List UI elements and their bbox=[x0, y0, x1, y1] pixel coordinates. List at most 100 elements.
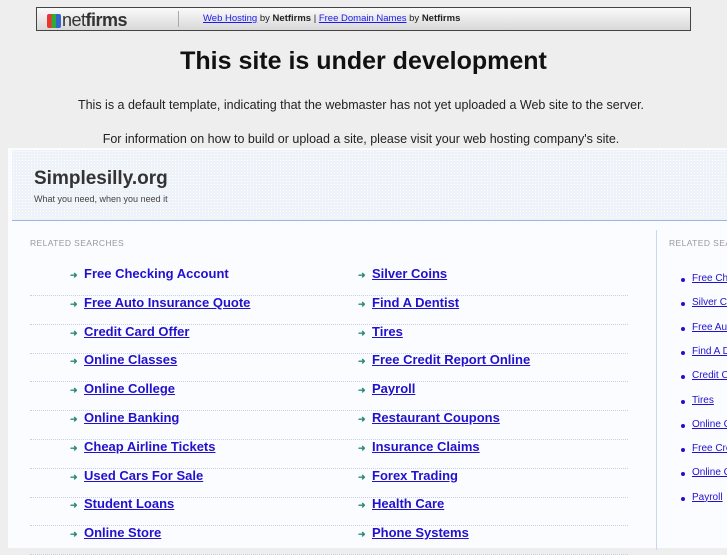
sidebar-search-link[interactable]: Free Credit Report Online bbox=[692, 443, 727, 454]
sidebar-search-link[interactable]: Credit Card Offer bbox=[692, 370, 727, 381]
arrow-icon: ➜ bbox=[358, 385, 366, 396]
brand-text: Netfirms bbox=[272, 13, 312, 24]
link-label: Find A Dentist bbox=[372, 294, 460, 310]
message-info: For information on how to build or uploa… bbox=[102, 132, 620, 146]
related-search-link[interactable]: ➜ Insurance Claims bbox=[358, 438, 480, 454]
arrow-icon: ➜ bbox=[70, 471, 78, 482]
related-search-link[interactable]: ➜ Free Auto Insurance Quote bbox=[70, 294, 251, 310]
bullet-icon bbox=[681, 326, 685, 331]
link-label: Used Cars For Sale bbox=[84, 467, 204, 483]
sidebar-search-link[interactable]: Payroll bbox=[692, 492, 727, 503]
related-search-link[interactable]: ➜ Health Care bbox=[358, 496, 445, 512]
related-search-link[interactable]: ➜ Cheap Airline Tickets bbox=[70, 438, 216, 454]
related-search-link[interactable]: ➜ Silver Coins bbox=[358, 266, 447, 281]
sidebar-search-link[interactable]: Free Checking Account bbox=[692, 273, 727, 284]
arrow-icon: ➜ bbox=[70, 442, 78, 453]
logo-text-bold: firms bbox=[85, 10, 128, 30]
link-label: Online Banking bbox=[84, 410, 180, 425]
arrow-icon: ➜ bbox=[358, 270, 366, 280]
link-label: Student Loans bbox=[84, 496, 175, 512]
link-label: Forex Trading bbox=[372, 467, 458, 483]
netfirms-logo-icon bbox=[47, 14, 61, 28]
link-label: Health Care bbox=[372, 496, 445, 512]
parked-page-panel: Simplesilly.org What you need, when you … bbox=[8, 148, 727, 555]
column-divider bbox=[656, 230, 657, 550]
link-label: Restaurant Coupons bbox=[372, 410, 500, 425]
link-label: Online College bbox=[84, 381, 176, 397]
related-search-link[interactable]: ➜ Online College bbox=[70, 381, 176, 397]
related-search-link[interactable]: ➜ Student Loans bbox=[70, 496, 175, 512]
sidebar-search-link[interactable]: Online Classes bbox=[692, 419, 727, 430]
sidebar-search-link[interactable]: Free Auto Insurance Quote bbox=[692, 322, 727, 333]
link-label: Phone Systems bbox=[372, 525, 469, 541]
related-searches-label: RELATED SEARCHES bbox=[30, 238, 125, 248]
list-row: ➜ Free Auto Insurance Quote ➜ Find A Dentis… bbox=[30, 295, 628, 325]
sidebar-search-link[interactable]: Find A Dentist bbox=[692, 346, 727, 357]
list-row: ➜ Credit Card Offer ➜ Tires bbox=[30, 324, 628, 354]
list-row: ➜ Online Classes ➜ Free Credit Report Onlin… bbox=[30, 352, 628, 383]
list-row: ➜ Online Store ➜ Phone Systems bbox=[30, 525, 628, 555]
arrow-icon: ➜ bbox=[70, 298, 78, 309]
link-label: Online Store bbox=[84, 525, 162, 541]
divider bbox=[178, 11, 179, 27]
arrow-icon: ➜ bbox=[358, 298, 366, 309]
site-title[interactable]: Simplesilly.org bbox=[34, 168, 168, 190]
link-label: Free Auto Insurance Quote bbox=[84, 294, 251, 310]
sidebar-related-label: RELATED SEARCHES bbox=[669, 238, 727, 248]
arrow-icon: ➜ bbox=[358, 356, 366, 367]
bullet-icon bbox=[681, 399, 685, 404]
arrow-icon: ➜ bbox=[358, 327, 366, 338]
sidebar-search-link[interactable]: Online College bbox=[692, 467, 727, 478]
netfirms-banner: netfirms Web Hosting by Netfirms | Free … bbox=[36, 7, 691, 31]
related-search-link[interactable]: ➜ Used Cars For Sale bbox=[70, 467, 204, 483]
bullet-icon bbox=[681, 423, 685, 428]
bullet-icon bbox=[681, 472, 685, 477]
related-search-link[interactable]: ➜ Payroll bbox=[358, 381, 416, 397]
link-label: Tires bbox=[372, 323, 403, 339]
arrow-icon: ➜ bbox=[358, 529, 366, 540]
banner-links: Web Hosting by Netfirms | Free Domain Na… bbox=[203, 13, 460, 24]
related-search-link[interactable]: ➜ Online Banking bbox=[70, 410, 180, 425]
sidebar-search-link[interactable]: Silver Coins bbox=[692, 297, 727, 308]
arrow-icon: ➜ bbox=[70, 414, 78, 424]
related-search-link[interactable]: ➜ Free Credit Report Online bbox=[358, 352, 530, 367]
list-row: ➜ Online College ➜ Payroll bbox=[30, 381, 628, 412]
related-search-link[interactable]: ➜ Restaurant Coupons bbox=[358, 410, 500, 425]
link-label: Free Checking Account bbox=[84, 266, 229, 281]
arrow-icon: ➜ bbox=[70, 327, 78, 338]
bullet-icon bbox=[681, 448, 685, 453]
message-default-template: This is a default template, indicating t… bbox=[77, 98, 645, 112]
arrow-icon: ➜ bbox=[70, 356, 78, 367]
web-hosting-link[interactable]: Web Hosting bbox=[203, 13, 257, 24]
arrow-icon: ➜ bbox=[70, 270, 78, 280]
related-search-link[interactable]: ➜ Online Classes bbox=[70, 352, 177, 367]
bullet-icon bbox=[681, 496, 685, 501]
related-search-link[interactable]: ➜ Find A Dentist bbox=[358, 294, 460, 310]
link-label: Payroll bbox=[372, 381, 416, 397]
netfirms-logo[interactable]: netfirms bbox=[47, 10, 128, 31]
link-label: Insurance Claims bbox=[372, 438, 480, 454]
site-tagline: What you need, when you need it bbox=[34, 194, 168, 204]
related-search-link[interactable]: ➜ Credit Card Offer bbox=[70, 323, 190, 339]
by-text: by bbox=[259, 13, 270, 24]
page-title: This site is under development bbox=[180, 47, 547, 75]
related-search-link[interactable]: ➜ Phone Systems bbox=[358, 525, 469, 541]
brand-text: Netfirms bbox=[421, 13, 461, 24]
arrow-icon: ➜ bbox=[70, 529, 78, 540]
free-domain-names-link[interactable]: Free Domain Names bbox=[319, 13, 407, 24]
list-row: ➜ Online Banking ➜ Restaurant Coupons bbox=[30, 410, 628, 440]
related-search-link[interactable]: ➜ Forex Trading bbox=[358, 467, 458, 483]
site-header: Simplesilly.org What you need, when you … bbox=[12, 150, 727, 221]
bullet-icon bbox=[681, 302, 685, 307]
link-label: Credit Card Offer bbox=[84, 323, 190, 339]
arrow-icon: ➜ bbox=[358, 471, 366, 482]
arrow-icon: ➜ bbox=[358, 500, 366, 511]
related-search-link[interactable]: ➜ Online Store bbox=[70, 525, 162, 541]
sidebar-search-link[interactable]: Tires bbox=[692, 395, 727, 406]
related-search-link[interactable]: ➜ Tires bbox=[358, 323, 403, 339]
related-search-link[interactable]: ➜ Free Checking Account bbox=[70, 266, 229, 281]
link-label: Cheap Airline Tickets bbox=[84, 438, 216, 454]
arrow-icon: ➜ bbox=[358, 442, 366, 453]
bullet-icon bbox=[681, 278, 685, 282]
logo-text: net bbox=[62, 10, 86, 30]
